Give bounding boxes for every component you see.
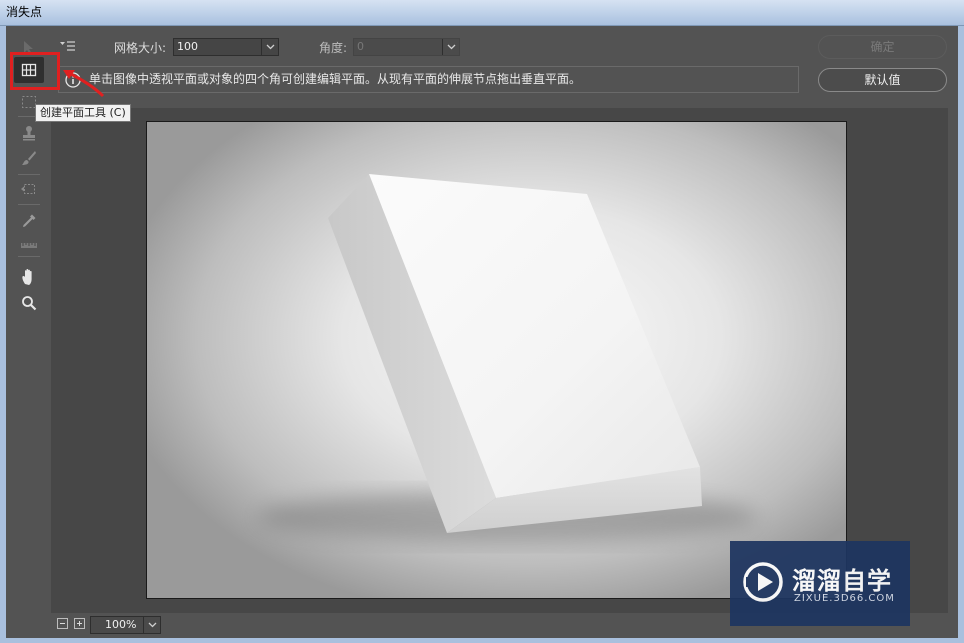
- angle-label: 角度:: [319, 41, 348, 55]
- plus-icon: [77, 621, 82, 626]
- chevron-down-icon: [447, 44, 455, 50]
- eyedropper-icon: [22, 214, 35, 227]
- info-bar: 单击图像中透视平面或对象的四个角可创建编辑平面。从现有平面的伸展节点拖出垂直平面…: [58, 66, 799, 93]
- brush-tool[interactable]: [6, 146, 51, 170]
- grid-size-dropdown[interactable]: [261, 39, 278, 55]
- zoom-level-dropdown[interactable]: [143, 617, 160, 633]
- zoom-out-button[interactable]: [57, 618, 68, 629]
- play-logo-icon: [743, 562, 783, 602]
- brush-icon: [21, 151, 36, 165]
- transform-icon: [20, 184, 35, 194]
- measure-tool[interactable]: [6, 233, 51, 257]
- highlight-box: [10, 52, 60, 90]
- grid-size-label: 网格大小:: [114, 41, 167, 55]
- tool-tooltip: 创建平面工具 (C): [35, 104, 131, 122]
- stamp-icon: [22, 126, 35, 141]
- info-text: 单击图像中透视平面或对象的四个角可创建编辑平面。从现有平面的伸展节点拖出垂直平面…: [89, 72, 582, 86]
- watermark-url: ZIXUE.3D66.COM: [794, 593, 895, 604]
- window-title: 消失点: [0, 0, 964, 26]
- angle-dropdown[interactable]: [442, 39, 459, 55]
- watermark: 溜溜自学 ZIXUE.3D66.COM: [730, 541, 910, 626]
- grid-size-field[interactable]: 100: [173, 38, 279, 56]
- zoom-in-button[interactable]: [74, 618, 85, 629]
- window-frame-bottom: [0, 638, 964, 643]
- chevron-down-icon: [266, 44, 274, 50]
- default-button[interactable]: 默认值: [818, 68, 947, 92]
- options-menu-button[interactable]: [59, 39, 77, 53]
- ok-button[interactable]: 确定: [818, 35, 947, 59]
- eyedropper-tool[interactable]: [6, 209, 51, 233]
- preview-image[interactable]: [146, 121, 847, 599]
- chevron-down-icon: [148, 622, 156, 628]
- angle-value: 0: [357, 40, 364, 53]
- minus-icon: [60, 623, 65, 624]
- hand-tool[interactable]: [6, 265, 51, 289]
- watermark-text: 溜溜自学: [792, 567, 892, 595]
- zoom-tool[interactable]: [6, 291, 51, 315]
- box-render: [257, 174, 757, 543]
- zoom-level-value: 100%: [105, 618, 137, 631]
- red-arrow-annotation: [63, 70, 105, 98]
- window-frame-right: [958, 26, 964, 643]
- stamp-tool[interactable]: [6, 121, 51, 145]
- hand-icon: [21, 269, 32, 285]
- zoom-level-field[interactable]: 100%: [90, 616, 161, 634]
- transform-tool[interactable]: [6, 177, 51, 201]
- angle-field[interactable]: 0: [353, 38, 460, 56]
- measure-icon: [20, 243, 37, 248]
- menu-icon: [60, 41, 75, 51]
- grid-size-value: 100: [177, 40, 198, 53]
- zoom-icon: [21, 296, 36, 311]
